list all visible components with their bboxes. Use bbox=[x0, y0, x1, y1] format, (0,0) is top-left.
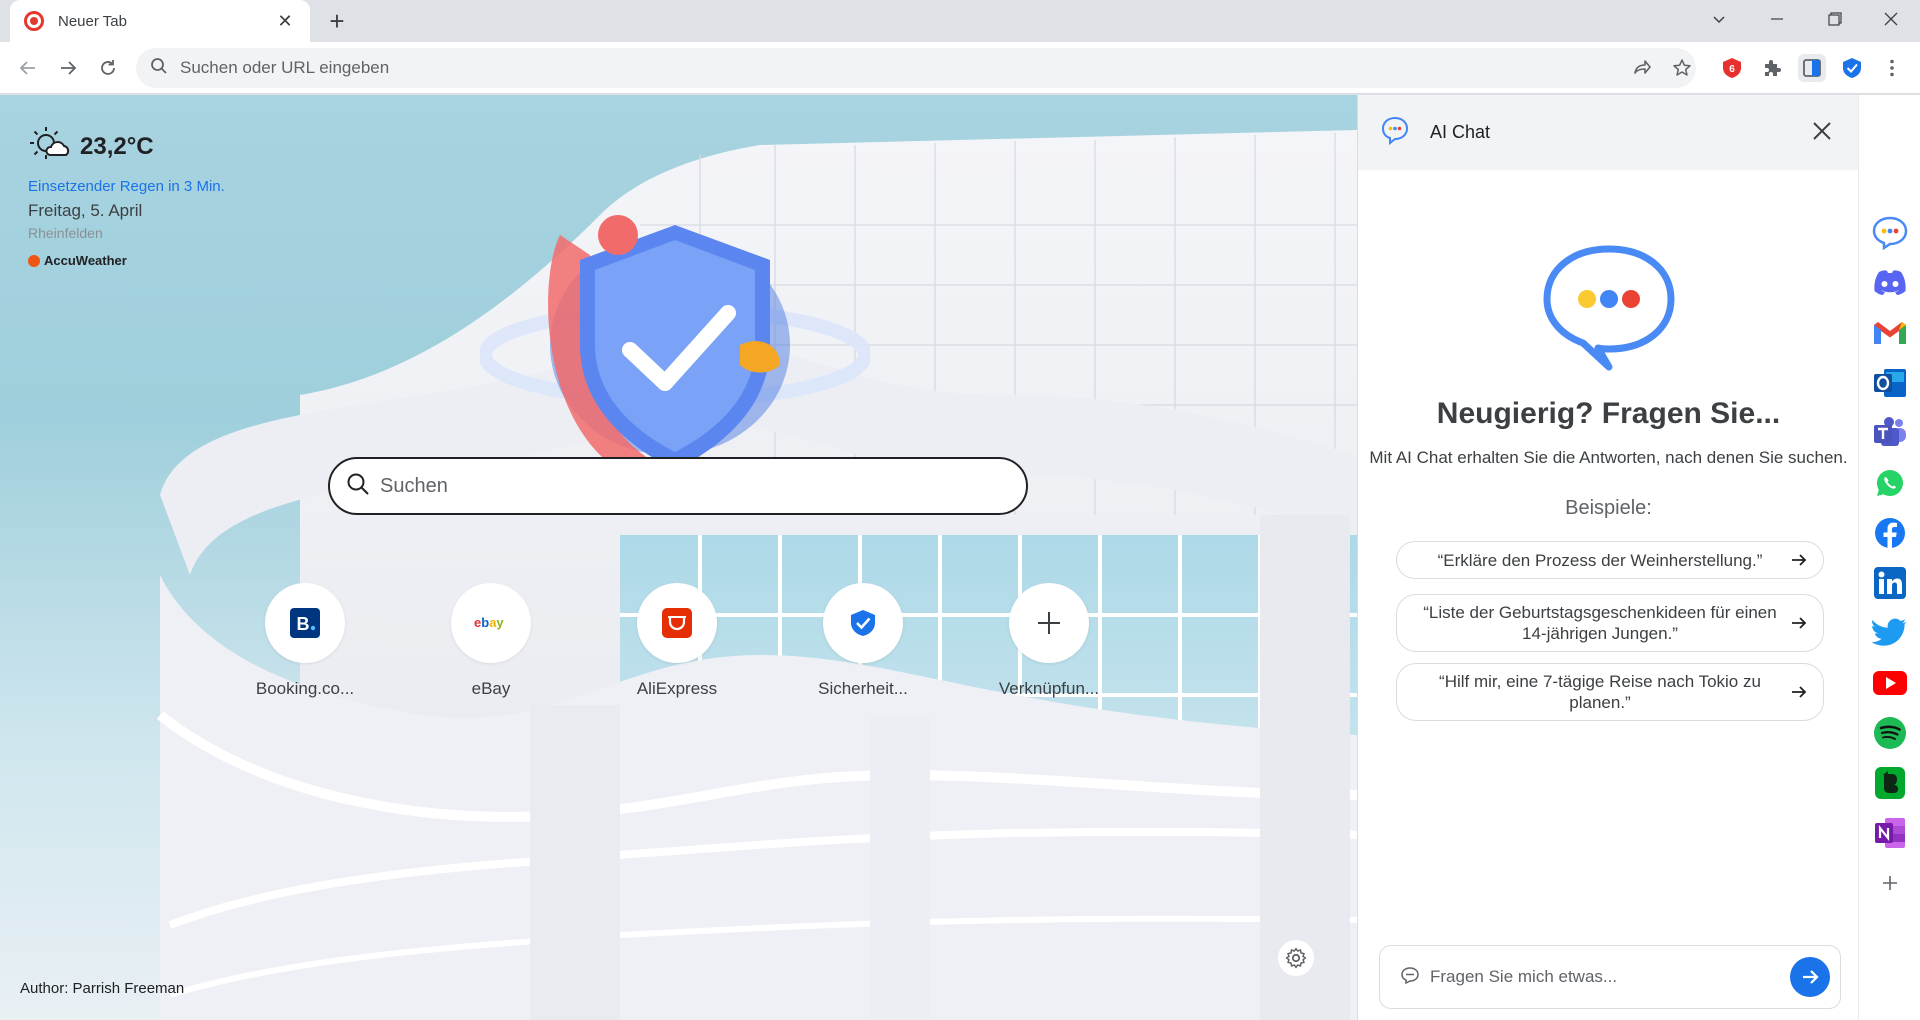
ai-chat-icon[interactable] bbox=[1870, 213, 1910, 253]
ntp-search-box[interactable] bbox=[328, 457, 1028, 515]
adblock-icon[interactable]: 6 bbox=[1718, 54, 1746, 82]
restore-icon[interactable] bbox=[1806, 0, 1864, 38]
arrow-right-icon bbox=[1789, 550, 1809, 570]
chat-input-field[interactable] bbox=[1430, 967, 1770, 987]
booking-icon: B bbox=[265, 583, 345, 663]
twitter-icon[interactable] bbox=[1870, 613, 1910, 653]
more-vert-icon[interactable] bbox=[1878, 54, 1906, 82]
partly-sunny-icon bbox=[28, 125, 70, 168]
new-tab-button[interactable]: + bbox=[322, 6, 352, 36]
send-button[interactable] bbox=[1790, 957, 1830, 997]
example-text: “Erkläre den Prozess der Weinherstellung… bbox=[1437, 550, 1763, 570]
search-icon bbox=[150, 57, 168, 80]
share-icon[interactable] bbox=[1630, 56, 1654, 80]
chat-example-button[interactable]: “Hilf mir, eine 7-tägige Reise nach Toki… bbox=[1396, 663, 1824, 721]
chat-examples-label: Beispiele: bbox=[1565, 497, 1652, 519]
browser-toolbar: 6 bbox=[0, 42, 1920, 94]
spotify-icon[interactable] bbox=[1870, 713, 1910, 753]
shortcut-ebay[interactable]: ebay eBay bbox=[426, 583, 556, 699]
aliexpress-icon bbox=[637, 583, 717, 663]
shield-check-icon[interactable] bbox=[1838, 54, 1866, 82]
add-icon[interactable] bbox=[1870, 863, 1910, 903]
shortcut-add[interactable]: Verknüpfun... bbox=[984, 583, 1114, 699]
linkedin-icon[interactable] bbox=[1870, 563, 1910, 603]
example-text: “Hilf mir, eine 7-tägige Reise nach Toki… bbox=[1439, 672, 1761, 712]
shield-icon bbox=[823, 583, 903, 663]
sidebar-icon[interactable] bbox=[1798, 54, 1826, 82]
star-icon[interactable] bbox=[1670, 56, 1694, 80]
example-text: “Liste der Geburtstagsgeschenkideen für … bbox=[1423, 603, 1777, 643]
tab-title: Neuer Tab bbox=[58, 12, 127, 30]
accuweather-logo-icon bbox=[28, 254, 40, 267]
gear-icon[interactable] bbox=[1278, 940, 1314, 976]
app-sidebar bbox=[1858, 95, 1920, 1020]
shortcut-aliexpress[interactable]: AliExpress bbox=[612, 583, 742, 699]
weather-location: Rheinfelden bbox=[28, 225, 103, 241]
svg-text:6: 6 bbox=[1729, 64, 1735, 75]
arrow-right-icon bbox=[1789, 682, 1809, 702]
weather-widget[interactable]: 23,2°C Einsetzender Regen in 3 Min. Frei… bbox=[28, 125, 225, 268]
arrow-right-icon bbox=[1789, 613, 1809, 633]
svg-text:B: B bbox=[297, 614, 310, 634]
shortcut-booking[interactable]: B Booking.co... bbox=[240, 583, 370, 699]
reload-icon[interactable] bbox=[92, 52, 124, 84]
chat-subtitle: Mit AI Chat erhalten Sie die Antworten, … bbox=[1369, 448, 1848, 467]
shortcut-label: Booking.co... bbox=[255, 679, 355, 698]
chat-example-button[interactable]: “Liste der Geburtstagsgeschenkideen für … bbox=[1396, 594, 1824, 652]
ai-chat-icon bbox=[1380, 115, 1410, 150]
ai-chat-panel: AI Chat Neugierig? Fragen Sie... Mit AI … bbox=[1357, 95, 1858, 1020]
ebay-icon: ebay bbox=[451, 583, 531, 663]
facebook-icon[interactable] bbox=[1870, 513, 1910, 553]
tab-close-icon[interactable]: ✕ bbox=[274, 11, 296, 32]
close-icon[interactable] bbox=[1808, 117, 1836, 145]
back-icon[interactable] bbox=[12, 52, 44, 84]
search-icon bbox=[346, 472, 370, 501]
shortcut-label: eBay bbox=[471, 679, 511, 698]
tab-favicon-icon bbox=[24, 11, 44, 31]
chat-heading: Neugierig? Fragen Sie... bbox=[1436, 397, 1781, 430]
chat-bubble-icon bbox=[1543, 245, 1675, 376]
temperature: 23,2°C bbox=[80, 132, 154, 160]
outlook-icon[interactable] bbox=[1870, 363, 1910, 403]
youtube-icon[interactable] bbox=[1870, 663, 1910, 703]
chat-input-box[interactable] bbox=[1379, 945, 1841, 1009]
photo-author[interactable]: Author: Parrish Freeman bbox=[20, 980, 184, 997]
minimize-icon[interactable] bbox=[1748, 0, 1806, 38]
close-icon[interactable] bbox=[1862, 0, 1920, 38]
chevron-down-icon[interactable] bbox=[1690, 0, 1748, 38]
chat-title: AI Chat bbox=[1430, 122, 1491, 142]
tab-neuer-tab[interactable]: Neuer Tab ✕ bbox=[10, 0, 310, 42]
omnibox[interactable] bbox=[136, 48, 1696, 88]
shortcut-label: Verknüpfun... bbox=[998, 679, 1100, 698]
whatsapp-icon[interactable] bbox=[1870, 463, 1910, 503]
evernote-icon[interactable] bbox=[1870, 763, 1910, 803]
shield-illustration bbox=[480, 215, 870, 485]
weather-provider[interactable]: AccuWeather bbox=[28, 253, 225, 268]
chat-example-button[interactable]: “Erkläre den Prozess der Weinherstellung… bbox=[1396, 541, 1824, 579]
onenote-icon[interactable] bbox=[1870, 813, 1910, 853]
svg-text:ebay: ebay bbox=[474, 615, 504, 630]
forward-icon[interactable] bbox=[52, 52, 84, 84]
chat-header: AI Chat bbox=[1358, 95, 1858, 170]
ntp-search-input[interactable] bbox=[380, 474, 980, 498]
weather-alert[interactable]: Einsetzender Regen in 3 Min. bbox=[28, 178, 225, 195]
weather-date: Freitag, 5. April bbox=[28, 201, 143, 220]
shortcut-label: AliExpress bbox=[636, 679, 718, 698]
plus-icon bbox=[1009, 583, 1089, 663]
tab-strip: Neuer Tab ✕ + bbox=[0, 0, 1920, 42]
new-tab-page: 23,2°C Einsetzender Regen in 3 Min. Frei… bbox=[0, 95, 1357, 1020]
shortcut-label: Sicherheit... bbox=[818, 679, 908, 698]
shortcut-sicherheit[interactable]: Sicherheit... bbox=[798, 583, 928, 699]
teams-icon[interactable] bbox=[1870, 413, 1910, 453]
chat-bubble-small-icon bbox=[1400, 966, 1420, 989]
gmail-icon[interactable] bbox=[1870, 313, 1910, 353]
puzzle-icon[interactable] bbox=[1758, 54, 1786, 82]
omnibox-input[interactable] bbox=[180, 58, 1480, 78]
weather-provider-label: AccuWeather bbox=[44, 253, 127, 268]
discord-icon[interactable] bbox=[1870, 263, 1910, 303]
